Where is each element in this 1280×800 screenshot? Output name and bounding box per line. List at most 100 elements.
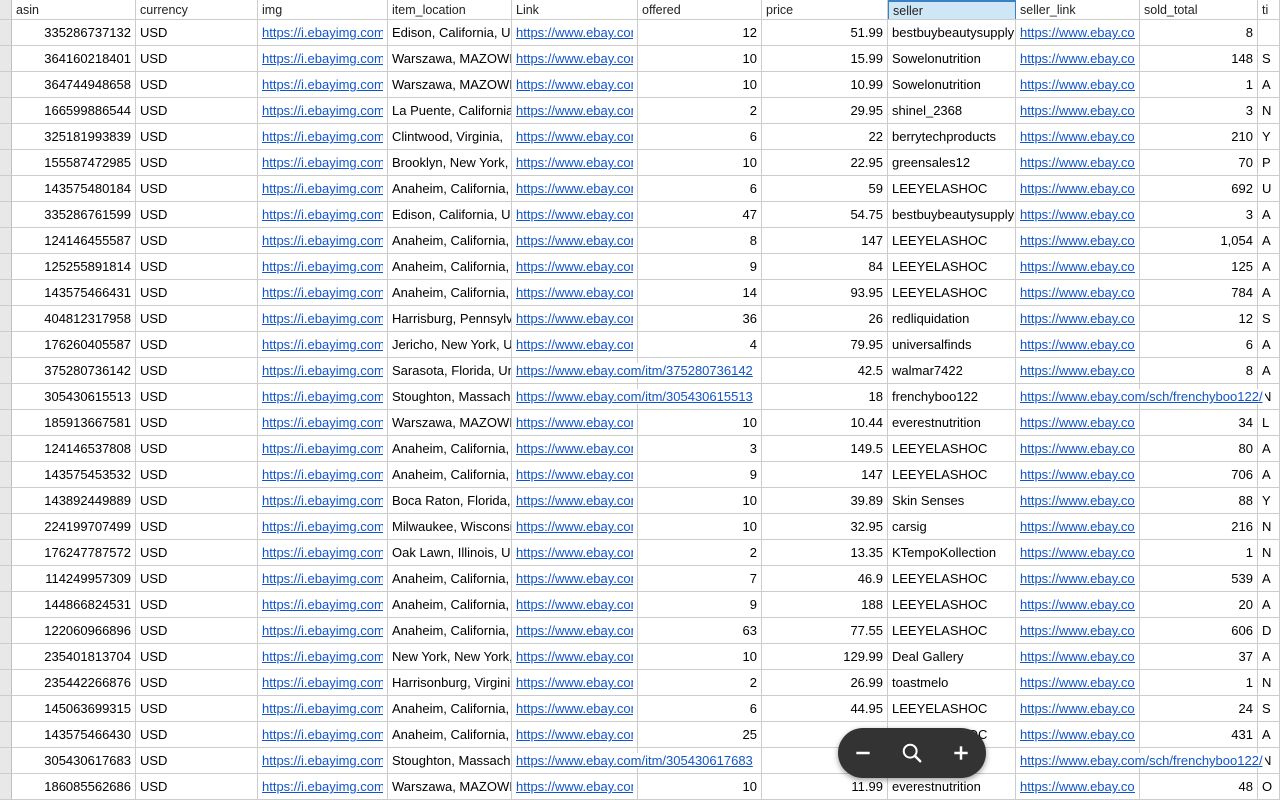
cell-seller[interactable]: carsig xyxy=(888,514,1016,539)
cell-link-link[interactable]: https://www.ebay.com xyxy=(516,597,633,612)
cell-link-link[interactable]: https://www.ebay.com xyxy=(516,25,633,40)
cell-sold-total[interactable]: 70 xyxy=(1140,150,1258,175)
cell-link-link[interactable]: https://www.ebay.com xyxy=(516,675,633,690)
spreadsheet-grid[interactable]: asin currency img item_location Link off… xyxy=(0,0,1280,800)
cell-seller[interactable]: Sowelonutrition xyxy=(888,46,1016,71)
cell-currency[interactable]: USD xyxy=(136,254,258,279)
cell-item-location[interactable]: Edison, California, U xyxy=(388,20,512,45)
cell-item-location[interactable]: Anaheim, California, xyxy=(388,280,512,305)
cell-tail[interactable] xyxy=(1258,20,1280,45)
cell-currency[interactable]: USD xyxy=(136,98,258,123)
cell-img[interactable]: https://i.ebayimg.com xyxy=(258,670,388,695)
row-stub[interactable] xyxy=(0,358,12,383)
cell-price[interactable]: 188 xyxy=(762,592,888,617)
cell-img[interactable]: https://i.ebayimg.com xyxy=(258,176,388,201)
cell-currency[interactable]: USD xyxy=(136,306,258,331)
cell-img[interactable]: https://i.ebayimg.com xyxy=(258,462,388,487)
cell-asin[interactable]: 125255891814 xyxy=(12,254,136,279)
cell-currency[interactable]: USD xyxy=(136,488,258,513)
cell-link[interactable]: https://www.ebay.com xyxy=(512,410,638,435)
row-stub[interactable] xyxy=(0,592,12,617)
cell-asin[interactable]: 235401813704 xyxy=(12,644,136,669)
cell-link[interactable]: https://www.ebay.com xyxy=(512,722,638,747)
cell-seller-link[interactable]: https://www.ebay.com xyxy=(1016,20,1140,45)
cell-seller-link-link[interactable]: https://www.ebay.com xyxy=(1020,727,1135,742)
cell-link[interactable]: https://www.ebay.com/itm/305430617683 xyxy=(512,748,638,773)
cell-seller-link[interactable]: https://www.ebay.com xyxy=(1016,774,1140,799)
cell-price[interactable]: 22 xyxy=(762,124,888,149)
cell-item-location[interactable]: Clintwood, Virginia, xyxy=(388,124,512,149)
cell-link[interactable]: https://www.ebay.com/itm/375280736142 xyxy=(512,358,638,383)
cell-currency[interactable]: USD xyxy=(136,46,258,71)
cell-link-link[interactable]: https://www.ebay.com xyxy=(516,649,633,664)
cell-seller-link[interactable]: https://www.ebay.com xyxy=(1016,332,1140,357)
cell-seller[interactable]: shinel_2368 xyxy=(888,98,1016,123)
cell-tail[interactable]: A xyxy=(1258,436,1280,461)
cell-seller-link[interactable]: https://www.ebay.com xyxy=(1016,176,1140,201)
cell-tail[interactable]: A xyxy=(1258,462,1280,487)
cell-img[interactable]: https://i.ebayimg.com xyxy=(258,332,388,357)
cell-seller[interactable]: KTempoKollection xyxy=(888,540,1016,565)
cell-seller-link[interactable]: https://www.ebay.com xyxy=(1016,202,1140,227)
cell-img[interactable]: https://i.ebayimg.com xyxy=(258,150,388,175)
cell-seller-link-link[interactable]: https://www.ebay.com xyxy=(1020,25,1135,40)
cell-seller[interactable]: frenchyboo122 xyxy=(888,384,1016,409)
cell-seller[interactable]: LEEYELASHOC xyxy=(888,696,1016,721)
row-stub[interactable] xyxy=(0,410,12,435)
cell-price[interactable]: 32.95 xyxy=(762,514,888,539)
cell-item-location[interactable]: Anaheim, California, xyxy=(388,436,512,461)
cell-currency[interactable]: USD xyxy=(136,566,258,591)
cell-price[interactable]: 39.89 xyxy=(762,488,888,513)
cell-seller-link-link[interactable]: https://www.ebay.com xyxy=(1020,51,1135,66)
cell-sold-total[interactable]: 8 xyxy=(1140,20,1258,45)
cell-offered[interactable]: 10 xyxy=(638,514,762,539)
cell-seller[interactable]: universalfinds xyxy=(888,332,1016,357)
cell-tail[interactable]: S xyxy=(1258,306,1280,331)
row-stub[interactable] xyxy=(0,124,12,149)
cell-asin[interactable]: 114249957309 xyxy=(12,566,136,591)
cell-tail[interactable]: U xyxy=(1258,176,1280,201)
cell-item-location[interactable]: Harrisburg, Pennsylva xyxy=(388,306,512,331)
cell-seller[interactable]: Deal Gallery xyxy=(888,644,1016,669)
cell-price[interactable]: 13.35 xyxy=(762,540,888,565)
cell-img-link[interactable]: https://i.ebayimg.com xyxy=(262,649,383,664)
col-header-img[interactable]: img xyxy=(258,0,388,19)
cell-asin[interactable]: 144866824531 xyxy=(12,592,136,617)
cell-offered[interactable]: 10 xyxy=(638,72,762,97)
cell-offered[interactable]: 3 xyxy=(638,436,762,461)
cell-img[interactable]: https://i.ebayimg.com xyxy=(258,696,388,721)
cell-tail[interactable]: A xyxy=(1258,254,1280,279)
cell-item-location[interactable]: Warszawa, MAZOWIE xyxy=(388,774,512,799)
cell-offered[interactable]: 10 xyxy=(638,46,762,71)
cell-currency[interactable]: USD xyxy=(136,644,258,669)
cell-seller-link[interactable]: https://www.ebay.com xyxy=(1016,280,1140,305)
cell-tail[interactable]: A xyxy=(1258,722,1280,747)
cell-item-location[interactable]: Boca Raton, Florida, xyxy=(388,488,512,513)
cell-offered[interactable]: 9 xyxy=(638,462,762,487)
cell-offered[interactable]: 63 xyxy=(638,618,762,643)
cell-currency[interactable]: USD xyxy=(136,722,258,747)
row-stub[interactable] xyxy=(0,436,12,461)
col-header-link[interactable]: Link xyxy=(512,0,638,19)
cell-img-link[interactable]: https://i.ebayimg.com xyxy=(262,233,383,248)
cell-item-location[interactable]: Oak Lawn, Illinois, U xyxy=(388,540,512,565)
cell-seller-link-link[interactable]: https://www.ebay.com xyxy=(1020,467,1135,482)
cell-asin[interactable]: 404812317958 xyxy=(12,306,136,331)
cell-seller-link-link[interactable]: https://www.ebay.com xyxy=(1020,623,1135,638)
cell-img-link[interactable]: https://i.ebayimg.com xyxy=(262,259,383,274)
cell-seller[interactable]: toastmelo xyxy=(888,670,1016,695)
cell-sold-total[interactable]: 1,054 xyxy=(1140,228,1258,253)
cell-sold-total[interactable]: 12 xyxy=(1140,306,1258,331)
cell-asin[interactable]: 364160218401 xyxy=(12,46,136,71)
cell-link[interactable]: https://www.ebay.com xyxy=(512,540,638,565)
cell-sold-total[interactable]: 706 xyxy=(1140,462,1258,487)
cell-tail[interactable]: A xyxy=(1258,332,1280,357)
cell-currency[interactable]: USD xyxy=(136,670,258,695)
cell-sold-total[interactable]: 1 xyxy=(1140,670,1258,695)
col-header-price[interactable]: price xyxy=(762,0,888,19)
col-header-sold-total[interactable]: sold_total xyxy=(1140,0,1258,19)
cell-asin[interactable]: 143575480184 xyxy=(12,176,136,201)
cell-currency[interactable]: USD xyxy=(136,20,258,45)
cell-asin[interactable]: 143575466431 xyxy=(12,280,136,305)
cell-asin[interactable]: 176260405587 xyxy=(12,332,136,357)
